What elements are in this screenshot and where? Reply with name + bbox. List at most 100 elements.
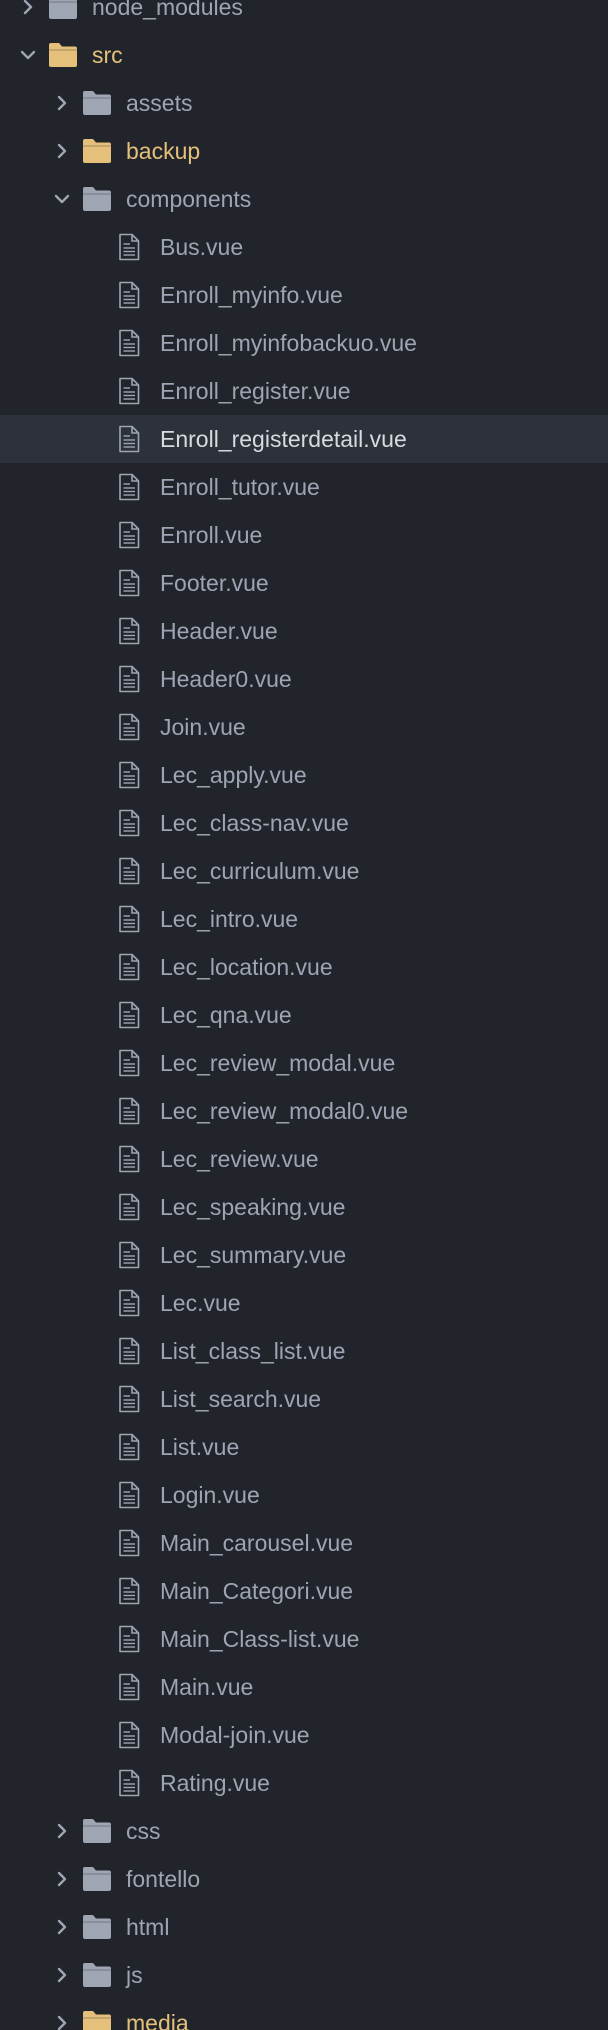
- tree-file-footer-vue[interactable]: Footer.vue: [0, 559, 608, 607]
- file-text-icon: [119, 473, 140, 501]
- tree-file-lec-summary-vue[interactable]: Lec_summary.vue: [0, 1231, 608, 1279]
- file-text-icon: [119, 425, 140, 453]
- tree-folder-html[interactable]: html: [0, 1903, 608, 1951]
- file-text-icon: [119, 905, 140, 933]
- file-text-icon: [119, 1625, 140, 1653]
- tree-file-lec-location-vue[interactable]: Lec_location.vue: [0, 943, 608, 991]
- tree-file-main-class-list-vue[interactable]: Main_Class-list.vue: [0, 1615, 608, 1663]
- tree-file-enroll-myinfobackuo-vue[interactable]: Enroll_myinfobackuo.vue: [0, 319, 608, 367]
- tree-item-label: backup: [126, 138, 201, 164]
- file-text-icon: [119, 1145, 140, 1173]
- file-text-icon: [119, 1193, 140, 1221]
- file-text-icon: [119, 1289, 140, 1317]
- file-text-icon: [119, 809, 140, 837]
- chevron-down-icon[interactable]: [52, 189, 72, 209]
- tree-folder-backup[interactable]: backup: [0, 127, 608, 175]
- tree-folder-assets[interactable]: assets: [0, 79, 608, 127]
- tree-file-lec-class-nav-vue[interactable]: Lec_class-nav.vue: [0, 799, 608, 847]
- tree-file-lec-speaking-vue[interactable]: Lec_speaking.vue: [0, 1183, 608, 1231]
- file-text-icon: [119, 1481, 140, 1509]
- tree-file-rating-vue[interactable]: Rating.vue: [0, 1759, 608, 1807]
- tree-folder-fontello[interactable]: fontello: [0, 1855, 608, 1903]
- tree-item-label: Lec_review_modal0.vue: [160, 1098, 409, 1124]
- tree-item-label: components: [126, 186, 252, 212]
- tree-file-lec-intro-vue[interactable]: Lec_intro.vue: [0, 895, 608, 943]
- tree-item-label: Lec.vue: [160, 1290, 241, 1316]
- tree-file-lec-review-modal0-vue[interactable]: Lec_review_modal0.vue: [0, 1087, 608, 1135]
- tree-file-enroll-tutor-vue[interactable]: Enroll_tutor.vue: [0, 463, 608, 511]
- file-text-icon: [119, 1769, 140, 1797]
- chevron-down-icon[interactable]: [18, 45, 38, 65]
- tree-item-label: Enroll.vue: [160, 522, 263, 548]
- folder-icon: [83, 1819, 111, 1843]
- file-text-icon: [119, 713, 140, 741]
- file-text-icon: [119, 1529, 140, 1557]
- chevron-right-icon[interactable]: [52, 93, 72, 113]
- tree-file-modal-join-vue[interactable]: Modal-join.vue: [0, 1711, 608, 1759]
- file-tree: node_modulessrc assets backup components Bus…: [0, 0, 608, 2030]
- tree-item-label: Main_Categori.vue: [160, 1578, 354, 1604]
- folder-icon: [49, 43, 77, 67]
- tree-file-enroll-register-vue[interactable]: Enroll_register.vue: [0, 367, 608, 415]
- tree-file-lec-apply-vue[interactable]: Lec_apply.vue: [0, 751, 608, 799]
- tree-file-list-class-list-vue[interactable]: List_class_list.vue: [0, 1327, 608, 1375]
- tree-item-label: assets: [126, 90, 193, 116]
- tree-file-lec-curriculum-vue[interactable]: Lec_curriculum.vue: [0, 847, 608, 895]
- chevron-right-icon[interactable]: [52, 1869, 72, 1889]
- tree-item-label: fontello: [126, 1866, 201, 1892]
- chevron-right-icon[interactable]: [52, 1917, 72, 1937]
- tree-file-lec-qna-vue[interactable]: Lec_qna.vue: [0, 991, 608, 1039]
- tree-folder-js[interactable]: js: [0, 1951, 608, 1999]
- tree-folder-components[interactable]: components: [0, 175, 608, 223]
- chevron-right-icon[interactable]: [52, 1965, 72, 1985]
- tree-folder-css[interactable]: css: [0, 1807, 608, 1855]
- tree-item-label: node_modules: [92, 0, 243, 20]
- file-text-icon: [119, 761, 140, 789]
- tree-file-enroll-myinfo-vue[interactable]: Enroll_myinfo.vue: [0, 271, 608, 319]
- tree-file-list-search-vue[interactable]: List_search.vue: [0, 1375, 608, 1423]
- tree-file-main-carousel-vue[interactable]: Main_carousel.vue: [0, 1519, 608, 1567]
- folder-icon: [83, 2011, 111, 2030]
- tree-file-list-vue[interactable]: List.vue: [0, 1423, 608, 1471]
- folder-icon: [83, 91, 111, 115]
- tree-item-label: html: [126, 1914, 170, 1940]
- tree-item-label: Login.vue: [160, 1482, 260, 1508]
- file-text-icon: [119, 1049, 140, 1077]
- file-text-icon: [119, 1241, 140, 1269]
- chevron-right-icon[interactable]: [18, 0, 38, 17]
- chevron-right-icon[interactable]: [52, 1821, 72, 1841]
- chevron-right-icon[interactable]: [52, 2013, 72, 2030]
- tree-folder-node-modules[interactable]: node_modules: [0, 0, 608, 31]
- tree-item-label: Lec_apply.vue: [160, 762, 307, 788]
- tree-file-lec-review-vue[interactable]: Lec_review.vue: [0, 1135, 608, 1183]
- tree-item-label: Enroll_tutor.vue: [160, 474, 320, 500]
- tree-item-label: Enroll_registerdetail.vue: [160, 426, 407, 452]
- tree-folder-media[interactable]: media: [0, 1999, 608, 2030]
- tree-file-login-vue[interactable]: Login.vue: [0, 1471, 608, 1519]
- file-text-icon: [119, 1001, 140, 1029]
- tree-file-main-categori-vue[interactable]: Main_Categori.vue: [0, 1567, 608, 1615]
- tree-file-main-vue[interactable]: Main.vue: [0, 1663, 608, 1711]
- file-text-icon: [119, 1337, 140, 1365]
- file-text-icon: [119, 1673, 140, 1701]
- tree-item-label: Lec_qna.vue: [160, 1002, 292, 1028]
- folder-icon: [49, 0, 77, 19]
- folder-icon: [83, 1867, 111, 1891]
- tree-file-header-vue[interactable]: Header.vue: [0, 607, 608, 655]
- file-text-icon: [119, 281, 140, 309]
- file-text-icon: [119, 521, 140, 549]
- tree-file-bus-vue[interactable]: Bus.vue: [0, 223, 608, 271]
- tree-item-label: Lec_review.vue: [160, 1146, 319, 1172]
- tree-file-join-vue[interactable]: Join.vue: [0, 703, 608, 751]
- tree-file-lec-vue[interactable]: Lec.vue: [0, 1279, 608, 1327]
- tree-file-enroll-registerdetail-vue[interactable]: Enroll_registerdetail.vue: [0, 415, 608, 463]
- tree-file-enroll-vue[interactable]: Enroll.vue: [0, 511, 608, 559]
- tree-folder-src[interactable]: src: [0, 31, 608, 79]
- chevron-right-icon[interactable]: [52, 141, 72, 161]
- tree-item-label: Lec_curriculum.vue: [160, 858, 360, 884]
- tree-item-label: Header.vue: [160, 618, 278, 644]
- tree-file-lec-review-modal-vue[interactable]: Lec_review_modal.vue: [0, 1039, 608, 1087]
- tree-file-header0-vue[interactable]: Header0.vue: [0, 655, 608, 703]
- tree-item-label: Rating.vue: [160, 1770, 270, 1796]
- file-text-icon: [119, 617, 140, 645]
